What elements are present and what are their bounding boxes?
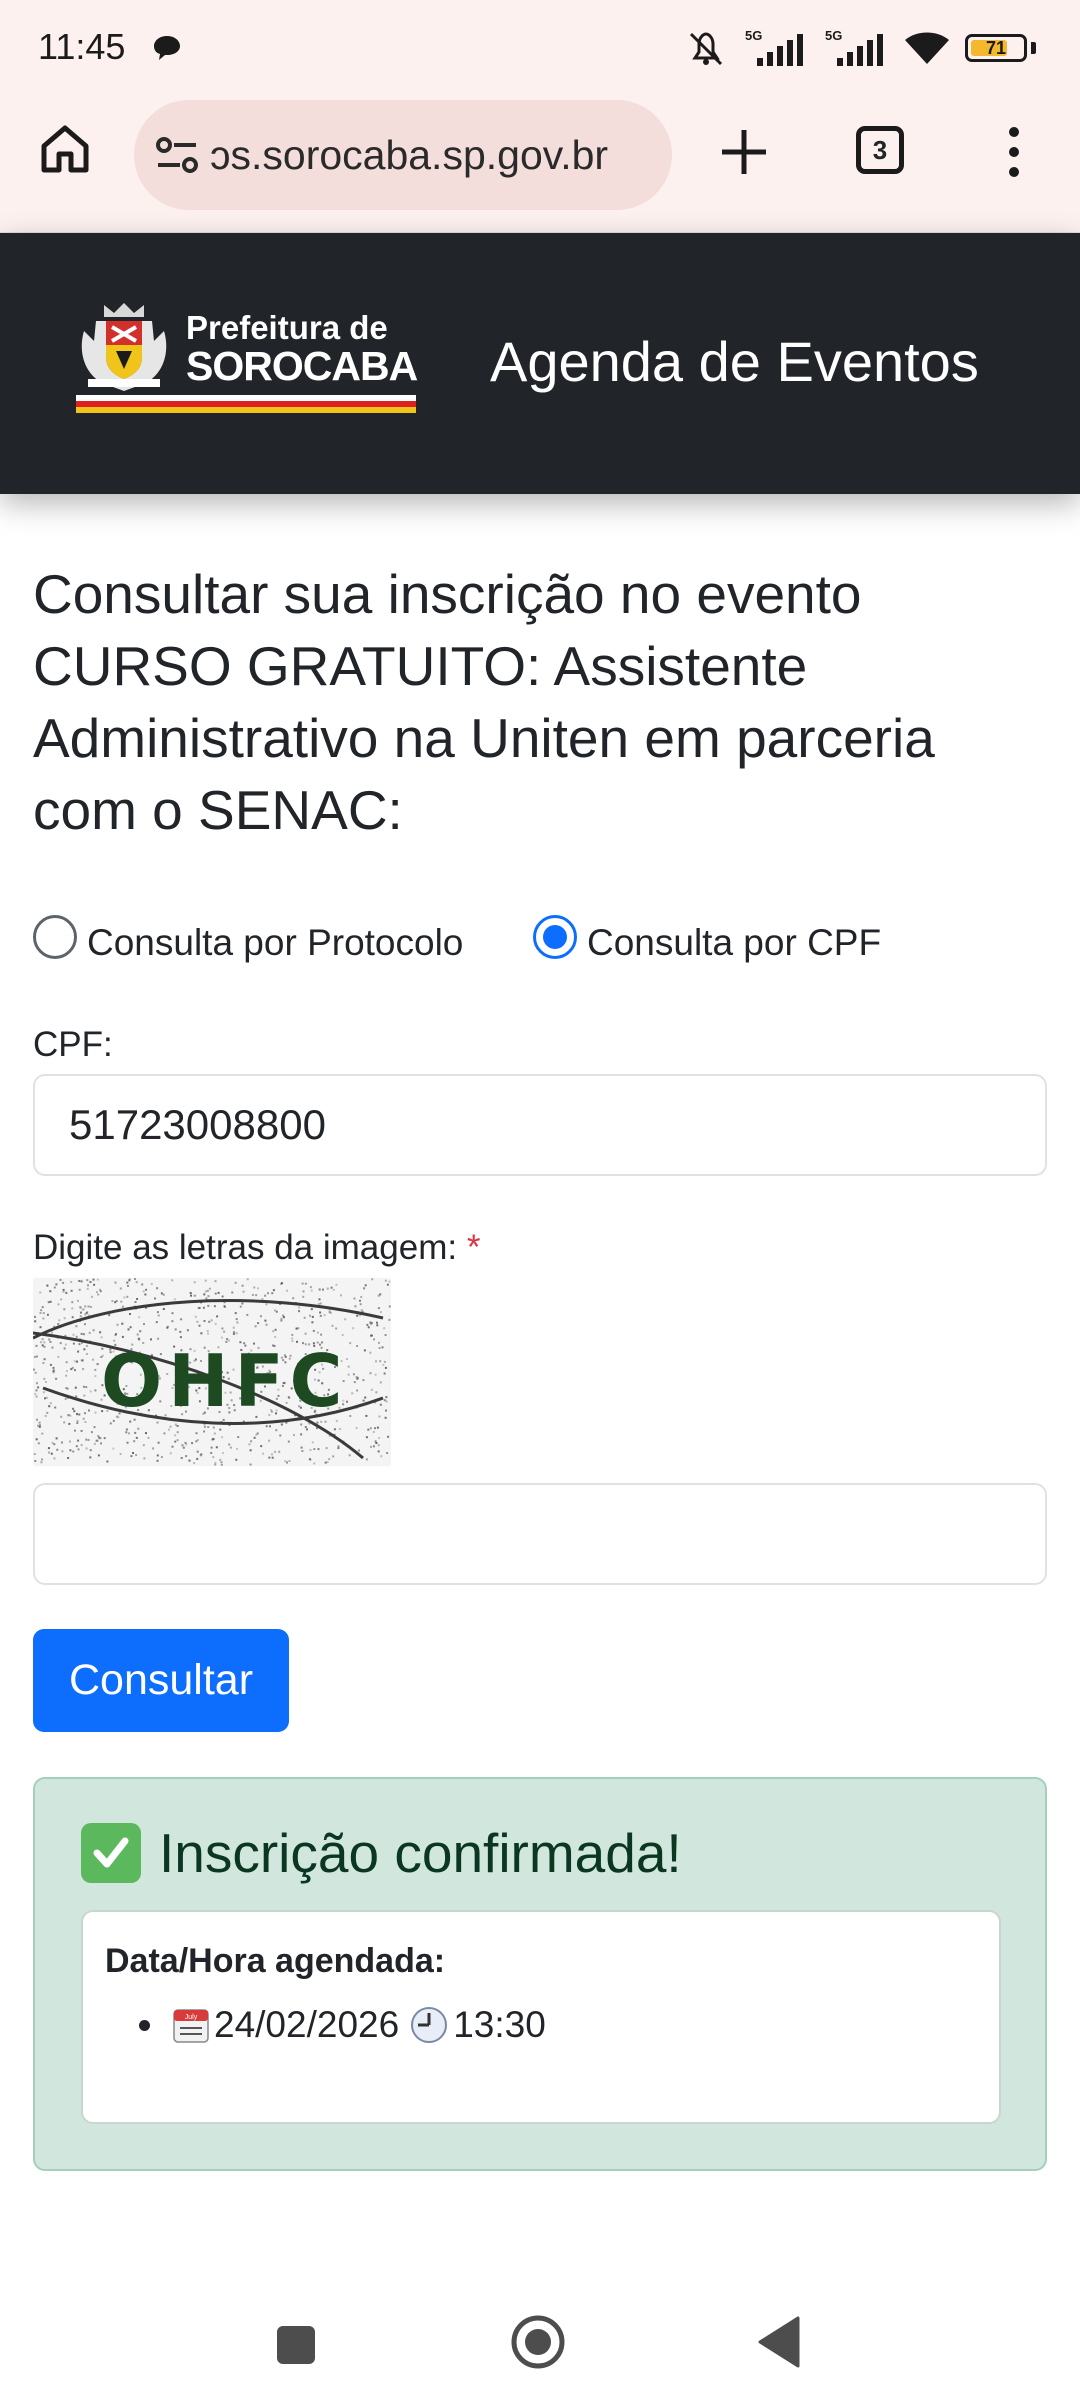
- status-bar: 11:45 5G 5G 71: [0, 0, 1080, 96]
- browser-toolbar: ɔs.sorocaba.sp.gov.br 3: [0, 96, 1080, 234]
- cpf-label: CPF:: [33, 1025, 113, 1064]
- battery-tip: [1031, 42, 1036, 54]
- list-item: July 24/02/2026 13:30: [139, 2004, 546, 2046]
- check-mark-icon: [81, 1823, 141, 1883]
- required-marker: *: [466, 1228, 481, 1267]
- schedule-card: Data/Hora agendada: July 24/02/2026 13:3: [81, 1910, 1001, 2124]
- captcha-input[interactable]: [33, 1483, 1047, 1585]
- logo-line1: Prefeitura de: [186, 309, 388, 346]
- battery-level: 71: [985, 37, 1007, 58]
- site-header: Prefeitura de SOROCABA Agenda de Eventos: [0, 233, 1080, 494]
- page-title: Consultar sua inscrição no evento CURSO …: [33, 563, 935, 841]
- captcha-text: OHFC: [101, 1339, 349, 1423]
- url-text[interactable]: ɔs.sorocaba.sp.gov.br: [210, 132, 608, 179]
- signal-5g-icon-2: 5G: [825, 28, 883, 66]
- success-alert: Inscrição confirmada! Data/Hora agendada…: [33, 1777, 1047, 2171]
- radio-label-protocolo[interactable]: Consulta por Protocolo: [87, 922, 463, 964]
- tune-icon[interactable]: [152, 135, 202, 175]
- bell-muted-icon: [689, 32, 723, 66]
- recents-button[interactable]: [277, 2326, 315, 2364]
- back-button[interactable]: [758, 2316, 800, 2368]
- network-label-1: 5G: [745, 28, 762, 43]
- cpf-field[interactable]: [33, 1074, 1047, 1176]
- radio-label-cpf[interactable]: Consulta por CPF: [587, 922, 881, 964]
- consultar-button[interactable]: Consultar: [33, 1629, 289, 1732]
- schedule-list: July 24/02/2026 13:30: [139, 2004, 546, 2046]
- logo-line2: SOROCABA: [186, 343, 418, 389]
- scheduled-date: 24/02/2026: [214, 2004, 400, 2045]
- system-nav-bar: [0, 2290, 1080, 2408]
- plus-icon[interactable]: [716, 124, 772, 180]
- tab-count: 3: [872, 134, 888, 165]
- more-vert-icon[interactable]: [1000, 124, 1028, 180]
- status-time: 11:45: [38, 26, 126, 67]
- captcha-label-text: Digite as letras da imagem:: [33, 1228, 458, 1267]
- prefeitura-logo[interactable]: Prefeitura de SOROCABA: [74, 301, 420, 413]
- status-icons: 5G 5G 71: [683, 28, 1036, 68]
- alert-title-row: Inscrição confirmada!: [81, 1821, 682, 1885]
- site-title[interactable]: Agenda de Eventos: [490, 329, 979, 394]
- signal-5g-icon: 5G: [745, 28, 803, 66]
- calendar-month: July: [185, 2014, 198, 2021]
- radio-option-protocolo[interactable]: Consulta por Protocolo: [33, 910, 463, 964]
- network-label-2: 5G: [825, 28, 842, 43]
- home-icon[interactable]: [38, 122, 92, 176]
- logo-stripes: [76, 395, 416, 413]
- radio-button-cpf[interactable]: [533, 915, 577, 959]
- bullet: [139, 2019, 150, 2031]
- coat-of-arms-icon: [81, 303, 167, 391]
- radio-button-protocolo[interactable]: [33, 915, 77, 959]
- address-bar[interactable]: ɔs.sorocaba.sp.gov.br: [134, 100, 672, 210]
- schedule-label: Data/Hora agendada:: [105, 1942, 446, 1980]
- home-nav-button[interactable]: [510, 2314, 566, 2370]
- wifi-icon: [905, 32, 949, 64]
- clock-icon: [411, 2007, 448, 2043]
- lookup-type-radio-group: Consulta por Protocolo Consulta por CPF: [33, 910, 1043, 970]
- scheduled-time: 13:30: [453, 2004, 546, 2045]
- captcha-image: OHFC: [33, 1278, 391, 1466]
- radio-option-cpf[interactable]: Consulta por CPF: [533, 910, 881, 964]
- tab-switcher-button[interactable]: 3: [856, 126, 904, 174]
- calendar-icon: July: [173, 2009, 209, 2043]
- captcha-label: Digite as letras da imagem: *: [33, 1228, 480, 1268]
- chat-bubble-icon: [154, 36, 180, 60]
- battery-icon: 71: [965, 34, 1027, 62]
- alert-title: Inscrição confirmada!: [159, 1822, 682, 1884]
